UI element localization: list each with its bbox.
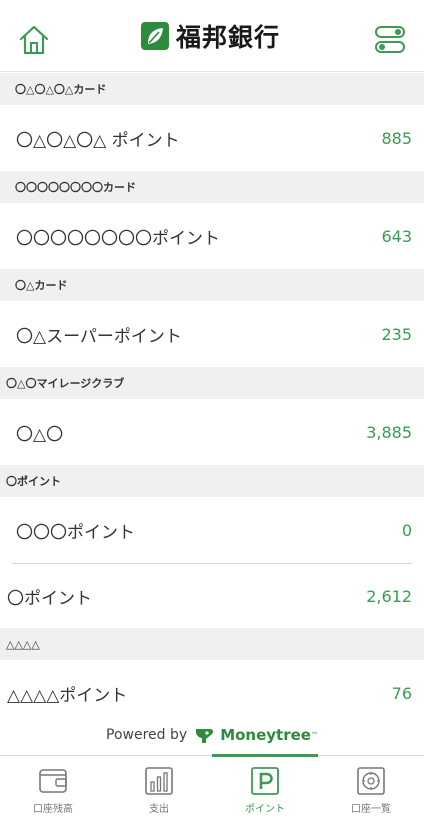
bank-logo-icon — [141, 22, 169, 50]
section-header: 〇△〇マイレージクラブ — [0, 367, 424, 399]
tab-points[interactable]: ポイント — [212, 754, 318, 821]
point-name: 〇△〇△〇△ ポイント — [16, 130, 180, 151]
section-header: △△△△ — [0, 628, 424, 660]
list-item[interactable]: 〇△〇 3,885 — [0, 399, 424, 465]
list-item[interactable]: 〇△〇△〇△ ポイント 885 — [0, 105, 424, 171]
point-value: 235 — [381, 324, 412, 344]
point-name: 〇△〇 — [16, 424, 64, 445]
list-item[interactable]: 〇ポイント 2,612 — [0, 564, 424, 628]
bank-brand: 福邦銀行 — [140, 20, 280, 52]
bar-chart-icon — [145, 767, 173, 795]
app-header: 福邦銀行 — [0, 0, 424, 72]
point-name: 〇△スーパーポイント — [16, 326, 182, 347]
tab-label: ポイント — [245, 804, 285, 815]
point-value: 885 — [381, 128, 412, 148]
section-header: 〇△〇△〇△カード — [0, 73, 424, 105]
moneytree-logo-icon — [196, 729, 214, 743]
powered-by-banner: Powered by Moneytree ™ — [0, 716, 424, 754]
bottom-tab-bar: 口座残高 支出 ポイント 口座一覧 — [0, 754, 424, 821]
powered-by-label: Powered by — [106, 727, 188, 743]
section-header: 〇△カード — [0, 269, 424, 301]
vault-icon — [357, 767, 385, 795]
point-value: 76 — [391, 683, 412, 703]
list-item[interactable]: 〇△スーパーポイント 235 — [0, 301, 424, 367]
tab-expenses[interactable]: 支出 — [106, 756, 212, 821]
point-value: 2,612 — [366, 586, 412, 606]
point-name: 〇〇〇ポイント — [16, 522, 135, 543]
point-value: 643 — [381, 226, 412, 246]
home-icon[interactable] — [18, 24, 50, 56]
point-name: 〇〇〇〇〇〇〇〇ポイント — [16, 228, 220, 249]
point-value: 3,885 — [366, 422, 412, 442]
provider-name: Moneytree — [220, 726, 311, 744]
point-name: △△△△ポイント — [7, 685, 128, 706]
section-header: 〇〇〇〇〇〇〇〇カード — [0, 171, 424, 203]
settings-toggle-icon[interactable] — [374, 25, 406, 55]
points-icon — [251, 767, 279, 795]
points-list[interactable]: 〇△〇△〇△カード 〇△〇△〇△ ポイント 885 〇〇〇〇〇〇〇〇カード 〇〇… — [0, 73, 424, 755]
tab-account-list[interactable]: 口座一覧 — [318, 756, 424, 821]
wallet-icon — [39, 769, 67, 793]
tab-label: 口座一覧 — [351, 804, 391, 815]
tab-account-balance[interactable]: 口座残高 — [0, 756, 106, 821]
tab-label: 支出 — [149, 804, 169, 815]
list-item[interactable]: 〇〇〇〇〇〇〇〇ポイント 643 — [0, 203, 424, 269]
tab-label: 口座残高 — [33, 804, 73, 815]
trademark-mark: ™ — [310, 731, 318, 739]
list-item[interactable]: 〇〇〇ポイント 0 — [0, 497, 424, 563]
point-value: 0 — [401, 520, 412, 540]
point-name: 〇ポイント — [7, 588, 92, 609]
section-header: 〇ポイント — [0, 465, 424, 497]
bank-name: 福邦銀行 — [176, 23, 281, 52]
active-tab-indicator — [212, 754, 318, 757]
